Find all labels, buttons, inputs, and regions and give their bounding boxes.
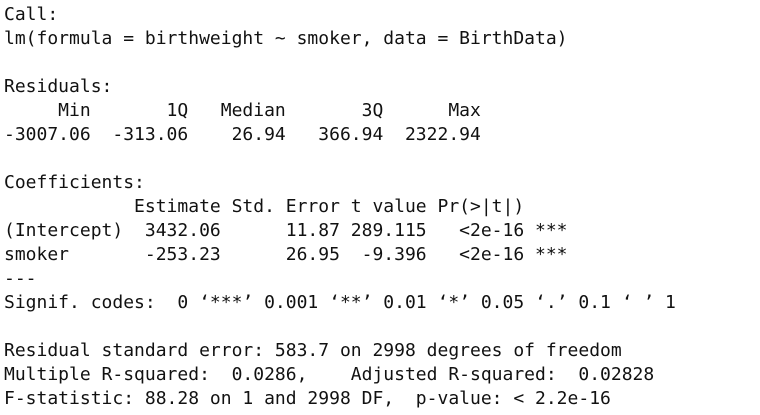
- residuals-heading: Residuals:: [4, 76, 113, 97]
- r-squared-line: Multiple R-squared: 0.0286, Adjusted R-s…: [4, 364, 666, 385]
- r-console-output: Call: lm(formula = birthweight ~ smoker,…: [4, 3, 756, 411]
- coefficients-row-smoker: smoker -253.23 26.95 -9.396 <2e-16 ***: [4, 244, 568, 265]
- f-statistic-line: F-statistic: 88.28 on 1 and 2998 DF, p-v…: [4, 388, 611, 409]
- coefficients-heading: Coefficients:: [4, 172, 145, 193]
- coefficients-header-row: Estimate Std. Error t value Pr(>|t|): [4, 196, 568, 217]
- residual-standard-error-line: Residual standard error: 583.7 on 2998 d…: [4, 340, 622, 361]
- call-formula: lm(formula = birthweight ~ smoker, data …: [4, 28, 568, 49]
- call-heading: Call:: [4, 4, 59, 25]
- signif-codes-line: Signif. codes: 0 ‘***’ 0.001 ‘**’ 0.01 ‘…: [4, 292, 676, 313]
- residuals-header-row: Min 1Q Median 3Q Max: [4, 100, 492, 121]
- residuals-values-row: -3007.06 -313.06 26.94 366.94 2322.94: [4, 124, 492, 145]
- coefficients-row-intercept: (Intercept) 3432.06 11.87 289.115 <2e-16…: [4, 220, 568, 241]
- separator-line: ---: [4, 268, 37, 289]
